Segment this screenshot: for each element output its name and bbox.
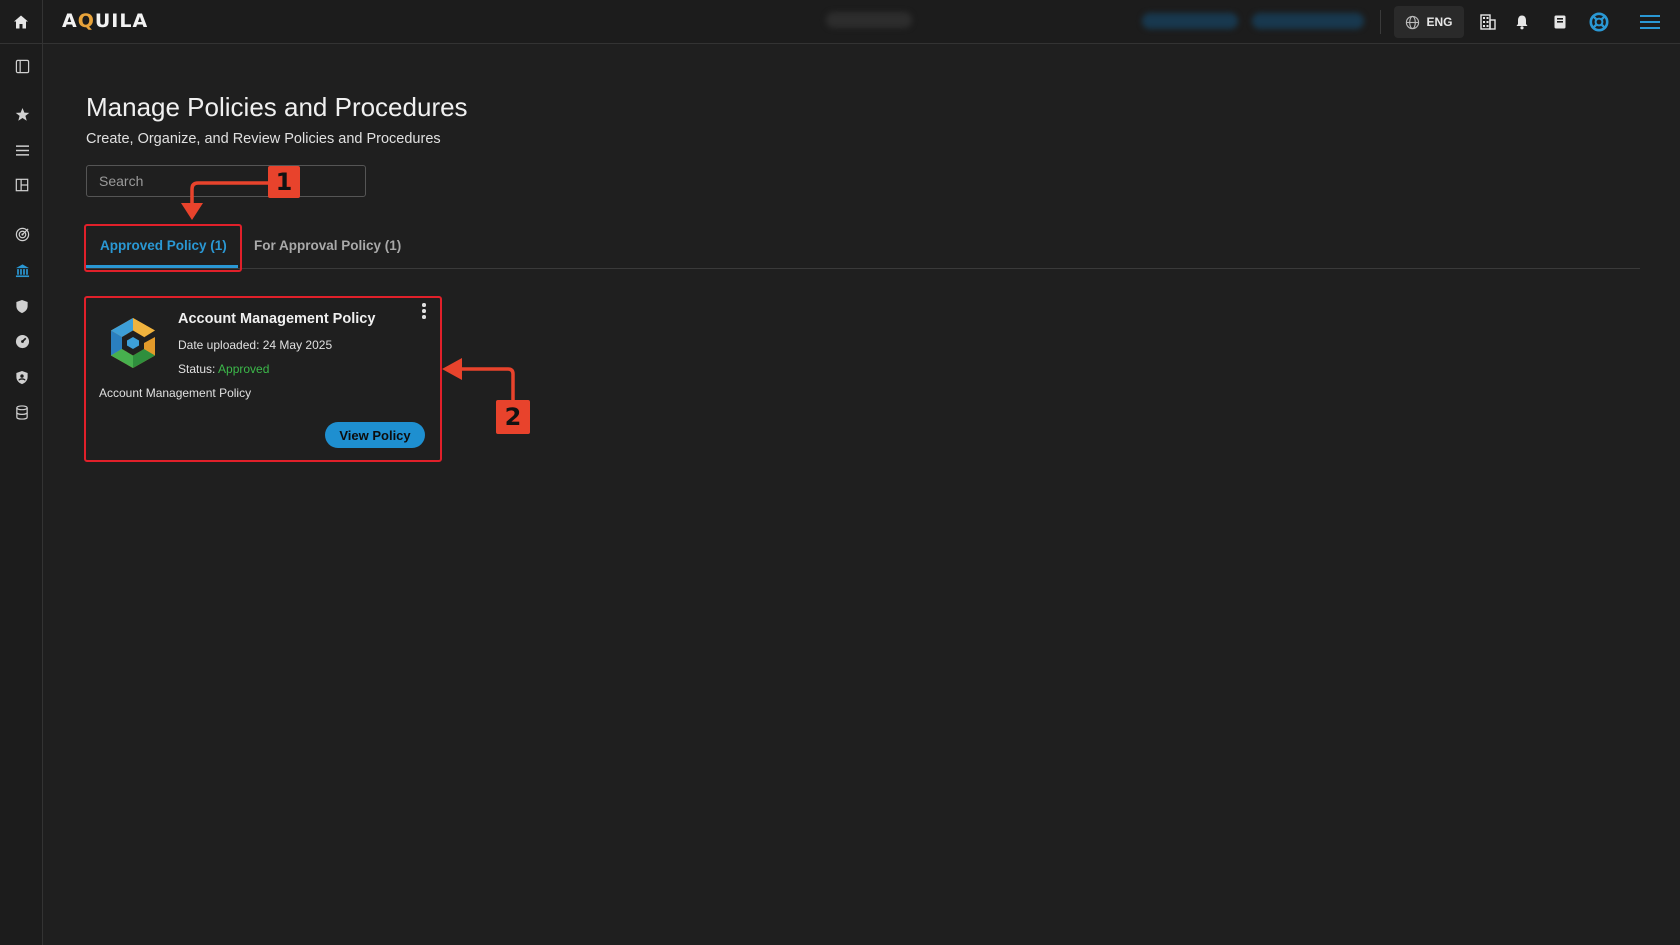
callout-arrow-2-head bbox=[442, 358, 462, 380]
layout-grid-icon bbox=[15, 178, 29, 192]
target-icon bbox=[15, 227, 29, 241]
shield-icon bbox=[16, 299, 28, 313]
callout-arrow-1-head bbox=[181, 203, 203, 220]
kebab-dot bbox=[422, 303, 426, 307]
sidebar-item-data[interactable] bbox=[12, 402, 32, 422]
help-button[interactable] bbox=[1589, 12, 1609, 32]
gauge-icon bbox=[15, 334, 29, 348]
blurred-top-item bbox=[1252, 13, 1364, 29]
policy-title: Account Management Policy bbox=[178, 311, 376, 327]
panel-toggle-icon bbox=[15, 59, 29, 73]
main-menu-button[interactable] bbox=[1640, 12, 1660, 32]
hamburger-menu-icon bbox=[1640, 15, 1660, 29]
home-button[interactable] bbox=[0, 0, 43, 44]
status-label: Status: bbox=[178, 362, 216, 376]
sidebar-item-performance[interactable] bbox=[12, 331, 32, 351]
notebook-button[interactable] bbox=[1550, 12, 1570, 32]
list-icon bbox=[15, 144, 29, 156]
policy-logo-icon bbox=[111, 318, 155, 368]
building-icon bbox=[1480, 14, 1496, 30]
sidebar-toggle[interactable] bbox=[12, 56, 32, 76]
sidebar-item-policies[interactable] bbox=[12, 260, 32, 280]
shield-badge-icon bbox=[16, 370, 28, 384]
page-subtitle: Create, Organize, and Review Policies an… bbox=[86, 131, 441, 147]
page-title: Manage Policies and Procedures bbox=[86, 92, 468, 122]
lifebuoy-icon bbox=[1589, 12, 1609, 32]
notifications-button[interactable] bbox=[1512, 12, 1532, 32]
status-badge: Approved bbox=[218, 362, 270, 376]
policy-description: Account Management Policy bbox=[99, 386, 252, 400]
policy-status: Status: Approved bbox=[178, 362, 269, 376]
bell-icon bbox=[1516, 15, 1528, 30]
sidebar-item-layout[interactable] bbox=[12, 175, 32, 195]
bank-icon bbox=[15, 263, 29, 277]
kebab-dot bbox=[422, 309, 426, 313]
view-policy-button[interactable]: View Policy bbox=[325, 422, 425, 448]
callout-badge-1: 1 bbox=[268, 166, 300, 198]
more-options-button[interactable] bbox=[416, 300, 432, 322]
sidebar-item-security[interactable] bbox=[12, 296, 32, 316]
language-selector[interactable]: ENG bbox=[1394, 6, 1464, 38]
language-label: ENG bbox=[1426, 15, 1453, 29]
callout-badge-2: 2 bbox=[496, 400, 530, 434]
tab-for-approval-policy[interactable]: For Approval Policy (1) bbox=[254, 238, 401, 253]
topbar-divider bbox=[1380, 10, 1381, 34]
database-icon bbox=[16, 404, 28, 420]
sidebar-item-favorites[interactable] bbox=[12, 104, 32, 124]
tabs-divider bbox=[86, 268, 1640, 269]
blurred-top-item bbox=[826, 12, 912, 28]
sidebar-item-targets[interactable] bbox=[12, 224, 32, 244]
sidebar-item-list[interactable] bbox=[12, 140, 32, 160]
organization-button[interactable] bbox=[1478, 12, 1498, 32]
blurred-top-item bbox=[1142, 13, 1238, 29]
sidebar-item-compliance[interactable] bbox=[12, 367, 32, 387]
globe-icon bbox=[1406, 15, 1420, 29]
aquila-logo[interactable]: AQUILA bbox=[62, 10, 148, 32]
star-icon bbox=[15, 107, 29, 121]
search-input[interactable] bbox=[86, 165, 366, 197]
kebab-dot bbox=[422, 315, 426, 319]
policy-date-uploaded: Date uploaded: 24 May 2025 bbox=[178, 338, 333, 352]
notebook-icon bbox=[1554, 15, 1566, 29]
home-icon bbox=[14, 15, 28, 28]
highlight-box-tab bbox=[84, 224, 242, 272]
